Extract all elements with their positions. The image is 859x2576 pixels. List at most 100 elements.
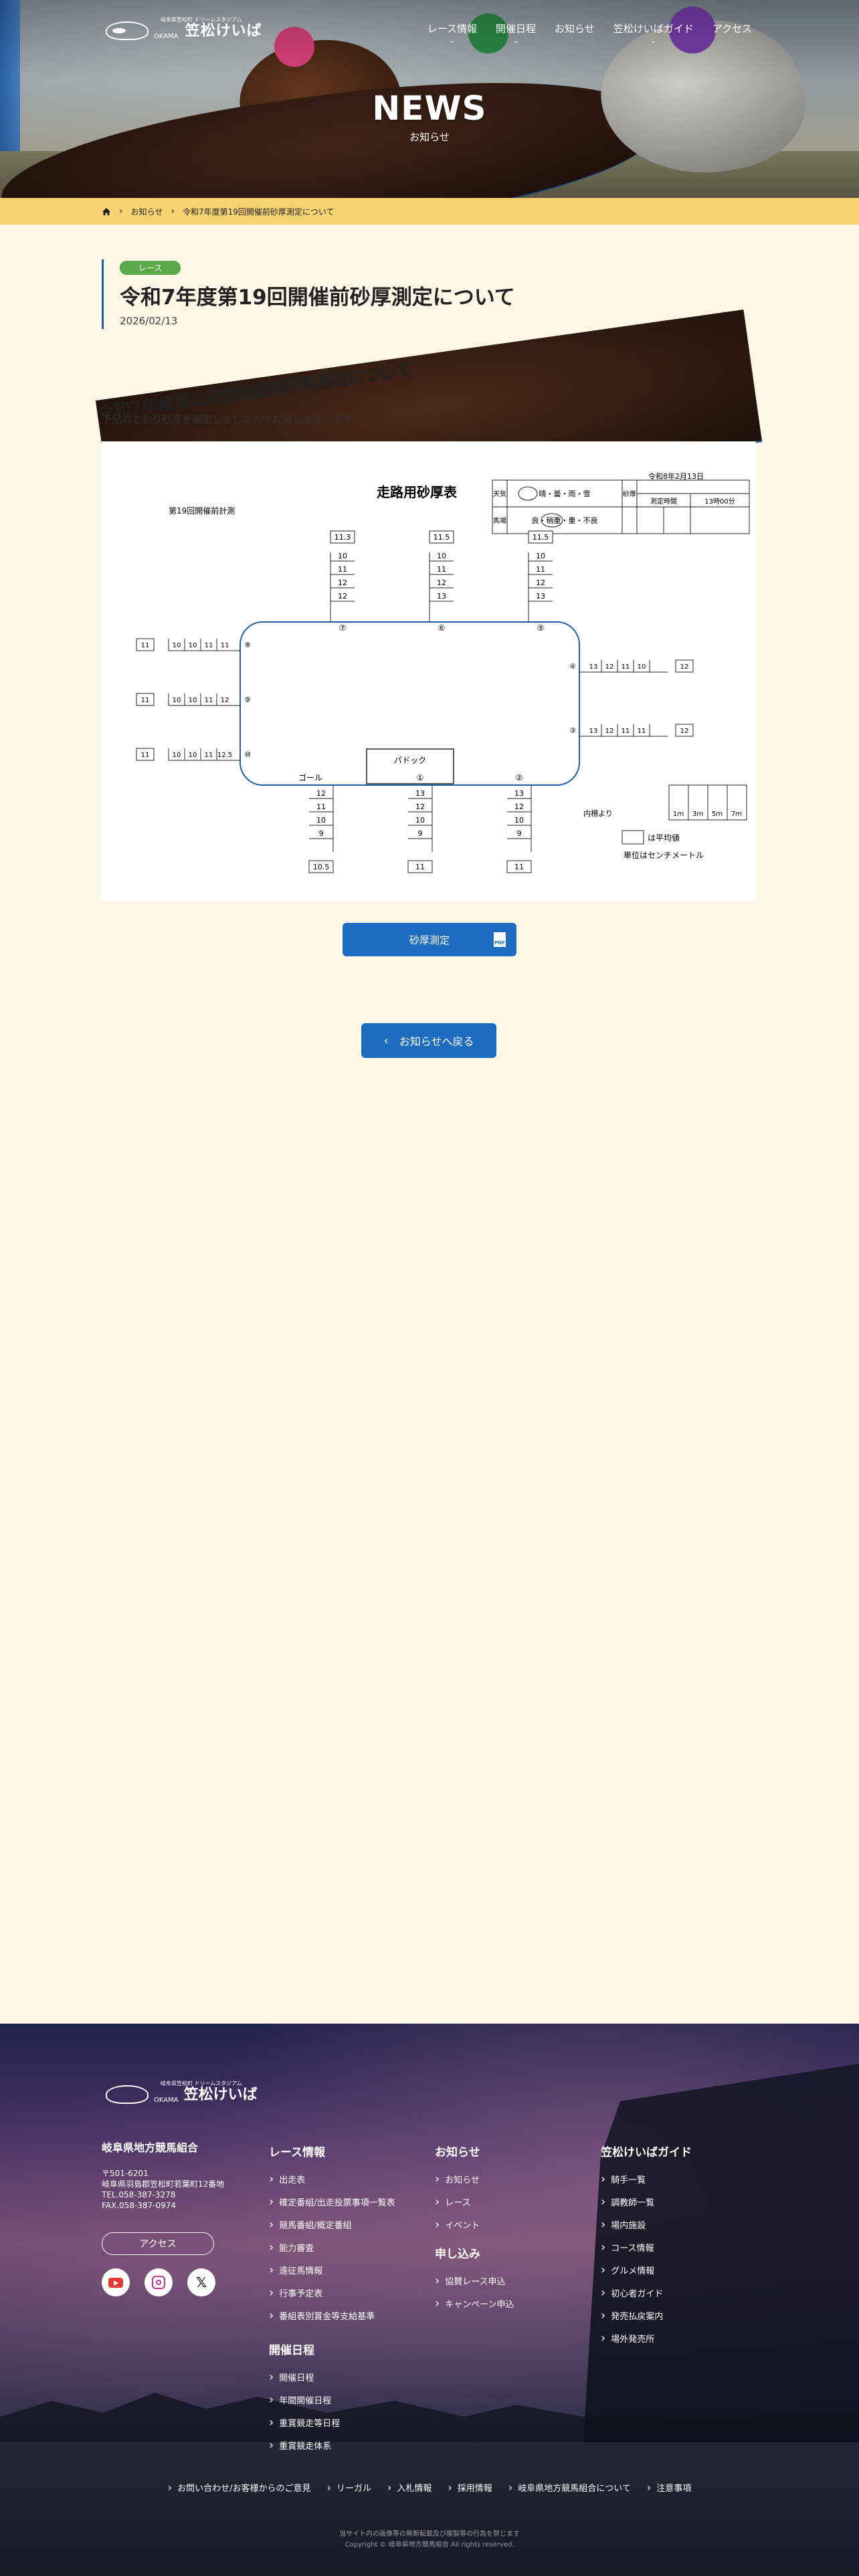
instagram-link[interactable] xyxy=(145,2268,173,2296)
back-to-news-button[interactable]: ‹ お知らせへ戻る xyxy=(361,1023,496,1058)
footer-column: 申し込み協賛レース申込キャンペーン申込 xyxy=(435,2244,514,2316)
footer-link[interactable]: 場内施設 xyxy=(601,2214,692,2237)
depth-value: 12 xyxy=(316,789,326,798)
nav-item-label: レース情報 xyxy=(427,23,477,35)
nav-item-0[interactable]: レース情報 ⌄ xyxy=(427,21,477,45)
depth-value: 13 xyxy=(514,789,524,798)
pdf-download-button[interactable]: 砂厚測定 PDF xyxy=(343,923,516,956)
footer-link[interactable]: 行事予定表 xyxy=(269,2282,395,2305)
pdf-button-label: 砂厚測定 xyxy=(409,934,450,946)
point-label: ⑩ xyxy=(244,750,251,759)
footer-bottom-link[interactable]: 採用情報 xyxy=(448,2481,492,2494)
footer-notice: 当サイト内の画像等の無断転載及び複製等の行為を禁じます xyxy=(339,2531,520,2538)
footer-copyright: 当サイト内の画像等の無断転載及び複製等の行為を禁じます Copyright © … xyxy=(0,2529,859,2551)
footer-link[interactable]: 場外発売所 xyxy=(601,2328,692,2351)
legend-swatch xyxy=(622,830,644,845)
depth-value: 10 xyxy=(173,752,181,759)
rail-column: 3ｍ xyxy=(692,811,703,818)
nav-item-4[interactable]: アクセス xyxy=(712,21,752,45)
footer-logo[interactable]: 岐阜県笠松町 ドリームスタジアム OKAMA 笠松けいば xyxy=(106,2080,258,2104)
footer-link[interactable]: 協賛レース申込 xyxy=(435,2270,514,2293)
footer-bottom-link[interactable]: 入札情報 xyxy=(387,2481,432,2494)
breadcrumb-item-current: 令和7年度第19回開催前砂厚測定について xyxy=(182,207,335,217)
measurement-point: 11.5 10 11 12 13 ⑥ xyxy=(429,530,454,633)
depth-value: 10 xyxy=(514,816,524,825)
point-label: ④ xyxy=(569,662,576,671)
footer-link[interactable]: 調教師一覧 xyxy=(601,2191,692,2214)
footer-link[interactable]: 重賞競走体系 xyxy=(269,2435,340,2458)
depth-value: 13 xyxy=(437,592,446,601)
footer-access-button[interactable]: アクセス xyxy=(102,2232,214,2255)
nav-item-2[interactable]: お知らせ xyxy=(555,21,595,45)
footer-column: お知らせお知らせレースイベント xyxy=(435,2143,480,2237)
hero-title: NEWS お知らせ xyxy=(0,90,859,144)
depth-value: 12.5 xyxy=(217,752,232,759)
measurement-point: 11 10 10 11 11 ⑧ xyxy=(136,638,251,651)
depth-value: 10 xyxy=(415,816,425,825)
footer-link[interactable]: 番組表別賞金等支給基準 xyxy=(269,2305,395,2328)
footer-link[interactable]: 競馬番組/概定番組 xyxy=(269,2214,395,2237)
depth-value: 11 xyxy=(205,642,213,649)
depth-value: 11 xyxy=(536,565,545,574)
footer-link[interactable]: 年間開催日程 xyxy=(269,2389,340,2412)
x-icon: 𝕏 xyxy=(195,2274,207,2290)
footer-org-name: 岐阜県地方競馬組合 xyxy=(102,2141,199,2154)
footer-link[interactable]: コース情報 xyxy=(601,2237,692,2260)
breadcrumb: › お知らせ › 令和7年度第19回開催前砂厚測定について xyxy=(0,198,859,225)
footer-link[interactable]: 重賞競走等日程 xyxy=(269,2412,340,2435)
depth-value: 12 xyxy=(605,728,614,735)
depth-value: 10 xyxy=(189,642,197,649)
point-label: ⑦ xyxy=(339,623,347,633)
nav-item-1[interactable]: 開催日程 ⌄ xyxy=(496,21,536,45)
back-button-label: お知らせへ戻る xyxy=(399,1035,474,1048)
footer-link[interactable]: 開催日程 xyxy=(269,2367,340,2389)
depth-value: 12 xyxy=(605,663,614,671)
footer-link[interactable]: お知らせ xyxy=(435,2169,480,2191)
footer-link[interactable]: グルメ情報 xyxy=(601,2260,692,2282)
weather-label: 天気 xyxy=(493,490,506,498)
footer-bottom-link[interactable]: お問い合わせ/お客様からのご意見 xyxy=(168,2481,310,2494)
pdf-file-icon: PDF xyxy=(494,932,506,947)
footer-link[interactable]: 能力審査 xyxy=(269,2237,395,2260)
footer-link[interactable]: 初心者ガイド xyxy=(601,2282,692,2305)
measurement-point: ゴール 12 11 10 9 10.5 xyxy=(298,772,334,873)
footer-bottom-link[interactable]: リーガル xyxy=(327,2481,371,2494)
footer-link[interactable]: 出走表 xyxy=(269,2169,395,2191)
depth-value: 10 xyxy=(536,552,545,560)
footer-link[interactable]: 騎手一覧 xyxy=(601,2169,692,2191)
average-value: 12 xyxy=(680,728,689,735)
measurement-point: 11.5 10 11 12 13 ⑤ xyxy=(528,530,553,633)
depth-value: 12 xyxy=(338,592,347,601)
home-icon[interactable] xyxy=(102,207,111,216)
depth-value: 11 xyxy=(205,752,213,759)
footer-link[interactable]: キャンペーン申込 xyxy=(435,2293,514,2316)
footer-link[interactable]: 確定番組/出走投票事項一覧表 xyxy=(269,2191,395,2214)
youtube-link[interactable] xyxy=(102,2268,130,2296)
footer-link[interactable]: イベント xyxy=(435,2214,480,2237)
article-title: 令和7年度第19回開催前砂厚測定について xyxy=(120,286,515,310)
footer-phone: TEL.058-387-3278 xyxy=(102,2190,176,2199)
depth-value: 13 xyxy=(536,592,545,601)
global-nav: レース情報 ⌄ 開催日程 ⌄ お知らせ 笠松けいばガイド ⌄ アクセス xyxy=(427,21,752,45)
weather-selected-mark xyxy=(518,486,538,501)
footer-bottom-link[interactable]: 岐阜県地方競馬組合について xyxy=(508,2481,631,2494)
chevron-left-icon: ‹ xyxy=(383,1033,389,1048)
footer-link[interactable]: 遠征馬情報 xyxy=(269,2260,395,2282)
footer-address-line: 〒501-6201 xyxy=(102,2169,149,2178)
measurement-point: ① 13 12 10 9 11 xyxy=(407,773,433,873)
chevron-down-icon: ⌄ xyxy=(512,37,519,45)
nav-item-label: 開催日程 xyxy=(496,23,537,35)
depth-value: 10 xyxy=(638,663,646,671)
logo-tagline: 岐阜県笠松町 ドリームスタジアム xyxy=(161,17,242,23)
footer-bottom-link[interactable]: 注意事項 xyxy=(647,2481,691,2494)
average-value: 10.5 xyxy=(313,863,330,871)
depth-value: 12 xyxy=(338,578,347,587)
x-link[interactable]: 𝕏 xyxy=(187,2268,215,2296)
site-logo[interactable]: 岐阜県笠松町 ドリームスタジアム OKAMA 笠松けいば xyxy=(106,17,262,40)
footer-link[interactable]: 発売払戻案内 xyxy=(601,2305,692,2328)
depth-value: 11 xyxy=(316,802,326,811)
depth-value: 10 xyxy=(189,752,197,759)
nav-item-3[interactable]: 笠松けいばガイド ⌄ xyxy=(613,21,694,45)
breadcrumb-item-news[interactable]: お知らせ xyxy=(131,206,163,217)
footer-link[interactable]: レース xyxy=(435,2191,480,2214)
